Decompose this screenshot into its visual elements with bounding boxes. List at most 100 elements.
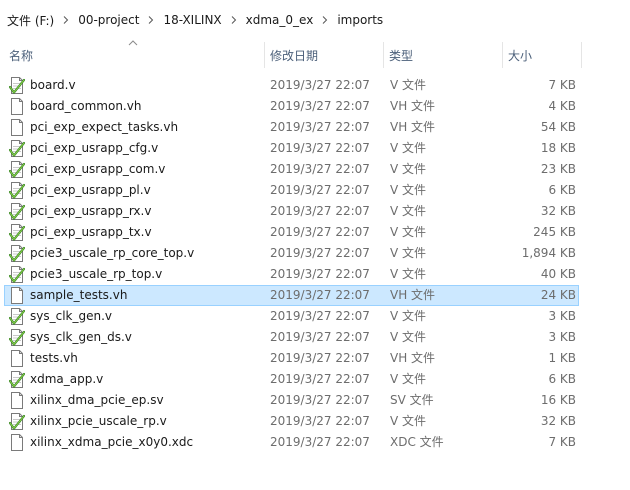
file-modified-date: 2019/3/27 22:07 xyxy=(270,225,370,239)
file-row[interactable]: pci_exp_usrapp_rx.v 2019/3/27 22:07 V 文件 32… xyxy=(4,201,579,222)
blank-file-icon xyxy=(9,98,25,115)
file-type: XDC 文件 xyxy=(390,435,444,449)
blank-file-icon xyxy=(9,350,25,367)
file-modified-date: 2019/3/27 22:07 xyxy=(270,330,370,344)
file-name: xilinx_pcie_uscale_rp.v xyxy=(30,414,167,428)
file-type: V 文件 xyxy=(390,267,427,281)
file-type: VH 文件 xyxy=(390,120,436,134)
file-size: 54 KB xyxy=(540,120,576,134)
file-row[interactable]: pci_exp_usrapp_tx.v 2019/3/27 22:07 V 文件 24… xyxy=(4,222,579,243)
file-size: 23 KB xyxy=(540,162,576,176)
file-size: 16 KB xyxy=(540,393,576,407)
file-row[interactable]: xilinx_xdma_pcie_x0y0.xdc 2019/3/27 22:07… xyxy=(4,432,579,453)
file-name: sys_clk_gen_ds.v xyxy=(30,330,132,344)
file-size: 245 KB xyxy=(533,225,576,239)
breadcrumb-item-xilinx[interactable]: 18-XILINX xyxy=(160,10,224,30)
file-size: 3 KB xyxy=(548,330,576,344)
verilog-file-icon xyxy=(8,77,26,94)
blank-file-icon xyxy=(9,434,25,451)
file-modified-date: 2019/3/27 22:07 xyxy=(270,162,370,176)
file-size: 3 KB xyxy=(548,309,576,323)
chevron-right-icon[interactable] xyxy=(225,11,243,29)
file-modified-date: 2019/3/27 22:07 xyxy=(270,183,370,197)
chevron-right-icon[interactable] xyxy=(316,11,334,29)
file-type: V 文件 xyxy=(390,330,427,344)
file-type: VH 文件 xyxy=(390,351,436,365)
file-name: xdma_app.v xyxy=(30,372,104,386)
file-name: pci_exp_usrapp_rx.v xyxy=(30,204,152,218)
file-type: V 文件 xyxy=(390,78,427,92)
file-modified-date: 2019/3/27 22:07 xyxy=(270,120,370,134)
file-row[interactable]: pcie3_uscale_rp_top.v 2019/3/27 22:07 V 文件… xyxy=(4,264,579,285)
file-modified-date: 2019/3/27 22:07 xyxy=(270,267,370,281)
column-header-size-label: 大小 xyxy=(508,48,533,63)
file-modified-date: 2019/3/27 22:07 xyxy=(270,78,370,92)
column-divider[interactable] xyxy=(581,42,582,68)
file-row[interactable]: tests.vh 2019/3/27 22:07 VH 文件 1 KB xyxy=(4,348,579,369)
breadcrumb-item-imports[interactable]: imports xyxy=(334,10,386,30)
file-name: pci_exp_usrapp_com.v xyxy=(30,162,166,176)
file-type: V 文件 xyxy=(390,246,427,260)
chevron-right-icon[interactable] xyxy=(57,11,75,29)
verilog-file-icon xyxy=(8,161,26,178)
chevron-right-icon[interactable] xyxy=(142,11,160,29)
verilog-file-icon xyxy=(8,329,26,346)
file-modified-date: 2019/3/27 22:07 xyxy=(270,246,370,260)
column-header-row: 名称 修改日期 类型 大小 xyxy=(0,40,630,70)
file-type: V 文件 xyxy=(390,162,427,176)
verilog-file-icon xyxy=(8,266,26,283)
file-size: 1,894 KB xyxy=(521,246,576,260)
breadcrumb-item-xdma[interactable]: xdma_0_ex xyxy=(243,10,317,30)
file-name: xilinx_xdma_pcie_x0y0.xdc xyxy=(30,435,194,449)
file-row[interactable]: board.v 2019/3/27 22:07 V 文件 7 KB xyxy=(4,75,579,96)
file-size: 1 KB xyxy=(548,351,576,365)
file-row[interactable]: pci_exp_usrapp_pl.v 2019/3/27 22:07 V 文件 6 … xyxy=(4,180,579,201)
file-size: 24 KB xyxy=(540,288,576,302)
column-header-name[interactable]: 名称 xyxy=(4,40,264,70)
file-name: xilinx_dma_pcie_ep.sv xyxy=(30,393,164,407)
verilog-file-icon xyxy=(8,245,26,262)
column-header-date-label: 修改日期 xyxy=(270,48,319,63)
file-name: sys_clk_gen.v xyxy=(30,309,113,323)
column-header-type[interactable]: 类型 xyxy=(384,40,502,70)
file-row[interactable]: pci_exp_usrapp_cfg.v 2019/3/27 22:07 V 文件 1… xyxy=(4,138,579,159)
file-modified-date: 2019/3/27 22:07 xyxy=(270,372,370,386)
column-header-date[interactable]: 修改日期 xyxy=(265,40,383,70)
file-type: V 文件 xyxy=(390,309,427,323)
file-size: 7 KB xyxy=(548,78,576,92)
verilog-file-icon xyxy=(8,203,26,220)
file-row[interactable]: sys_clk_gen.v 2019/3/27 22:07 V 文件 3 KB xyxy=(4,306,579,327)
file-name: pcie3_uscale_rp_top.v xyxy=(30,267,163,281)
file-row[interactable]: pci_exp_expect_tasks.vh 2019/3/27 22:07 VH… xyxy=(4,117,579,138)
breadcrumb-item-project[interactable]: 00-project xyxy=(75,10,142,30)
file-type: V 文件 xyxy=(390,183,427,197)
file-row[interactable]: sys_clk_gen_ds.v 2019/3/27 22:07 V 文件 3 KB xyxy=(4,327,579,348)
file-size: 4 KB xyxy=(548,99,576,113)
file-row[interactable]: board_common.vh 2019/3/27 22:07 VH 文件 4 KB xyxy=(4,96,579,117)
file-row[interactable]: pcie3_uscale_rp_core_top.v 2019/3/27 22:0… xyxy=(4,243,579,264)
file-name: pci_exp_usrapp_tx.v xyxy=(30,225,152,239)
file-row[interactable]: sample_tests.vh 2019/3/27 22:07 VH 文件 24 KB xyxy=(4,285,579,306)
file-name: pci_exp_usrapp_cfg.v xyxy=(30,141,159,155)
blank-file-icon xyxy=(9,392,25,409)
file-size: 18 KB xyxy=(540,141,576,155)
column-header-size[interactable]: 大小 xyxy=(503,40,581,70)
file-row[interactable]: pci_exp_usrapp_com.v 2019/3/27 22:07 V 文件 2… xyxy=(4,159,579,180)
column-header-type-label: 类型 xyxy=(389,48,414,63)
verilog-file-icon xyxy=(8,182,26,199)
file-modified-date: 2019/3/27 22:07 xyxy=(270,351,370,365)
file-row[interactable]: xilinx_dma_pcie_ep.sv 2019/3/27 22:07 SV 文… xyxy=(4,390,579,411)
file-size: 32 KB xyxy=(540,414,576,428)
file-modified-date: 2019/3/27 22:07 xyxy=(270,288,370,302)
file-type: V 文件 xyxy=(390,141,427,155)
file-modified-date: 2019/3/27 22:07 xyxy=(270,204,370,218)
breadcrumb-item-drive[interactable]: 文件 (F:) xyxy=(4,9,57,32)
breadcrumb: 文件 (F:) 00-project 18-XILINX xdma_0_ex i… xyxy=(0,0,630,40)
file-type: SV 文件 xyxy=(390,393,434,407)
file-modified-date: 2019/3/27 22:07 xyxy=(270,435,370,449)
file-name: pcie3_uscale_rp_core_top.v xyxy=(30,246,195,260)
verilog-file-icon xyxy=(8,371,26,388)
file-row[interactable]: xilinx_pcie_uscale_rp.v 2019/3/27 22:07 V … xyxy=(4,411,579,432)
file-size: 6 KB xyxy=(548,372,576,386)
file-row[interactable]: xdma_app.v 2019/3/27 22:07 V 文件 6 KB xyxy=(4,369,579,390)
